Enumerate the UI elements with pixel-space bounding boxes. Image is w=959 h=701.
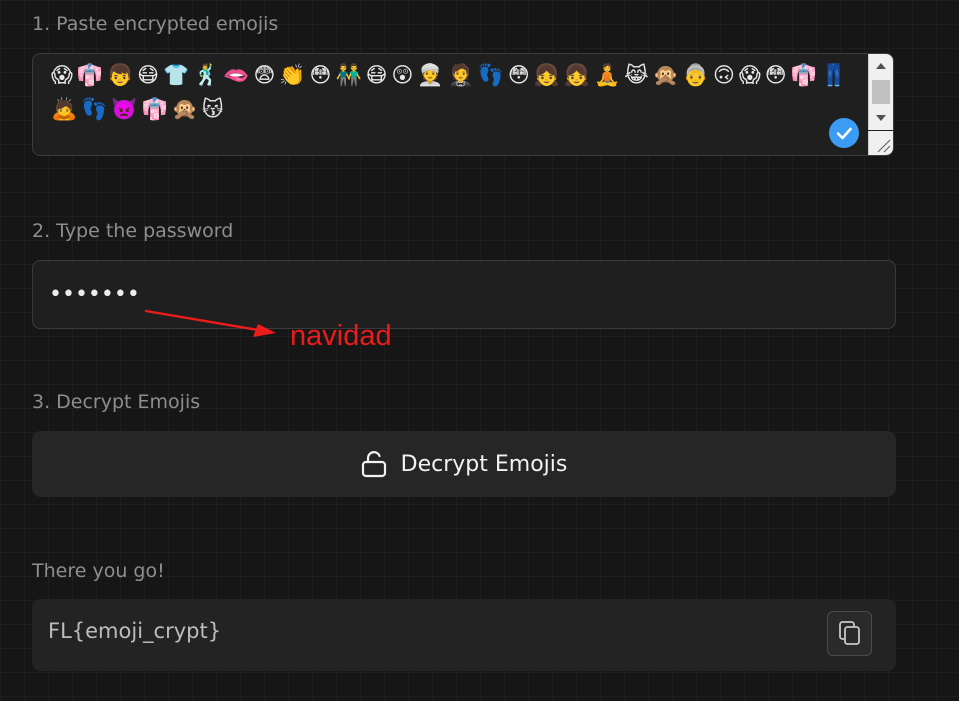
copy-icon — [838, 620, 860, 645]
paste-section-label: 1. Paste encrypted emojis — [32, 13, 279, 35]
decrypt-section-label: 3. Decrypt Emojis — [32, 391, 201, 413]
result-section-label: There you go! — [32, 560, 165, 582]
copy-button[interactable] — [827, 611, 872, 656]
scroll-up-arrow-icon[interactable] — [876, 63, 886, 69]
password-section-label: 2. Type the password — [32, 220, 234, 242]
resize-handle[interactable] — [868, 131, 893, 155]
unlock-icon — [361, 451, 386, 478]
password-annotation: navidad — [290, 320, 392, 352]
encrypted-emojis-text: 😱👘👦😷👕🕺🫦😨👏😳👬😷😲👳🤵👣😳👧👧🧘😹🙊👵🙃😱😳👘👖🙇👣👿👘🙊😽 — [51, 63, 851, 121]
check-circle-icon — [829, 118, 859, 148]
resize-grip-icon — [877, 139, 891, 153]
scroll-thumb[interactable] — [872, 80, 890, 104]
encrypted-emojis-textarea[interactable]: 😱👘👦😷👕🕺🫦😨👏😳👬😷😲👳🤵👣😳👧👧🧘😹🙊👵🙃😱😳👘👖🙇👣👿👘🙊😽 — [32, 53, 894, 156]
decrypt-button-label: Decrypt Emojis — [400, 451, 568, 477]
decrypted-result-text: FL{emoji_crypt} — [48, 619, 222, 643]
decrypt-button[interactable]: Decrypt Emojis — [32, 431, 896, 497]
textarea-scrollbar[interactable] — [868, 54, 893, 130]
annotation-arrow-icon — [144, 309, 276, 337]
result-box: FL{emoji_crypt} — [32, 599, 896, 671]
scroll-down-arrow-icon[interactable] — [876, 115, 886, 121]
